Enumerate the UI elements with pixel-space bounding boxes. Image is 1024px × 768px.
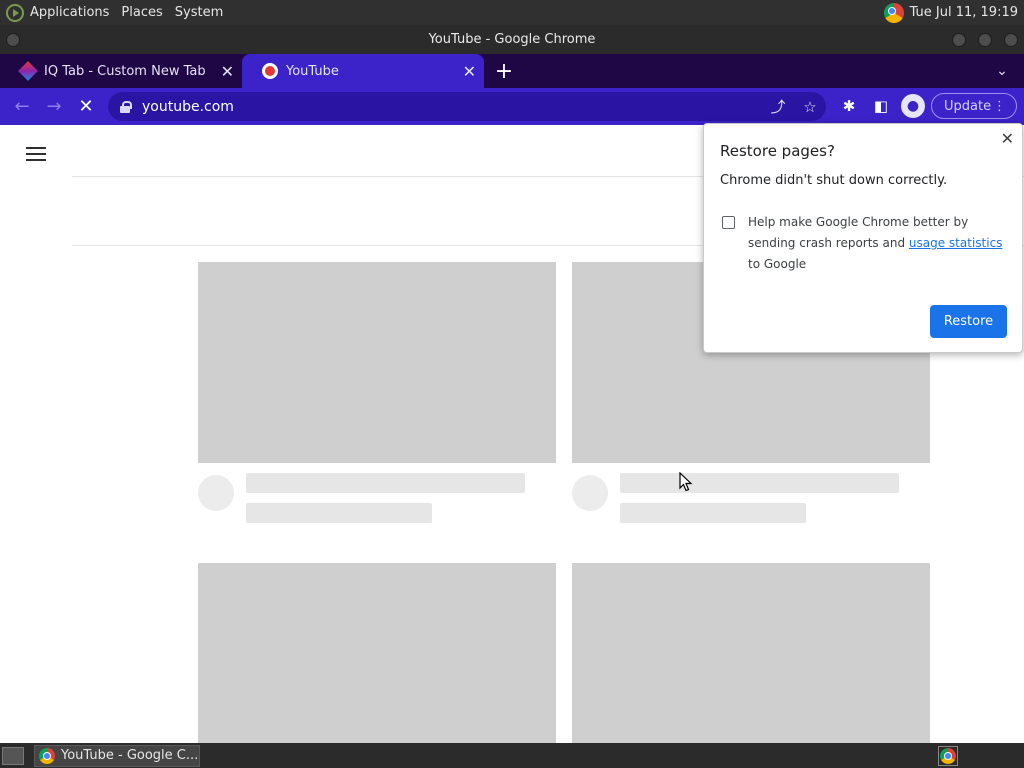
tab-close-icon[interactable]: ✕: [221, 62, 234, 81]
meta-placeholder: [246, 503, 432, 523]
omnibox-actions: ⤴ ☆: [762, 96, 826, 117]
taskbar-window-item[interactable]: YouTube - Google C...: [34, 744, 200, 767]
bookmark-star-icon[interactable]: ☆: [794, 98, 826, 116]
crash-reports-checkbox[interactable]: [722, 216, 735, 229]
profile-avatar-icon[interactable]: ●: [901, 94, 925, 118]
dialog-message: Chrome didn't shut down correctly.: [720, 173, 948, 188]
hamburger-menu-icon[interactable]: [26, 147, 46, 161]
usage-statistics-link[interactable]: usage statistics: [909, 236, 1003, 250]
close-icon[interactable]: ✕: [1001, 129, 1014, 148]
tab-close-icon[interactable]: ✕: [463, 62, 476, 81]
maximize-icon[interactable]: [978, 33, 992, 47]
back-arrow-icon[interactable]: ←: [6, 91, 38, 123]
chrome-icon: [940, 747, 956, 764]
menu-applications[interactable]: Applications: [24, 5, 115, 20]
menu-places[interactable]: Places: [115, 5, 168, 20]
window-titlebar[interactable]: YouTube - Google Chrome: [0, 25, 1024, 54]
distro-logo-icon[interactable]: [6, 3, 24, 22]
side-panel-icon[interactable]: ◧: [869, 94, 893, 118]
channel-avatar-placeholder: [198, 475, 234, 511]
workspace-switcher[interactable]: [938, 745, 958, 766]
dialog-title: Restore pages?: [720, 142, 835, 160]
iq-tab-icon: [20, 63, 36, 79]
tab-strip: IQ Tab - Custom New Tab ✕ YouTube ✕ + ⌄: [0, 54, 1024, 88]
panel-menu: Applications Places System: [24, 0, 229, 25]
panel-clock[interactable]: Tue Jul 11, 19:19: [904, 5, 1018, 20]
minimize-icon[interactable]: [952, 33, 966, 47]
video-thumbnail-placeholder: [198, 262, 556, 463]
checkbox-text-after: to Google: [748, 257, 807, 271]
browser-toolbar: ← → ✕ youtube.com ⤴ ☆ ✱ ◧ ● Update ⋮: [0, 88, 1024, 125]
extensions-icon[interactable]: ✱: [837, 94, 861, 118]
channel-avatar-placeholder: [572, 475, 608, 511]
show-desktop-icon[interactable]: [2, 746, 24, 765]
forward-arrow-icon[interactable]: →: [38, 91, 70, 123]
window-menu-icon[interactable]: [6, 33, 20, 47]
more-menu-icon[interactable]: ⋮: [993, 99, 1006, 114]
restore-button[interactable]: Restore: [930, 305, 1007, 338]
tab-iq-tab[interactable]: IQ Tab - Custom New Tab ✕: [0, 54, 242, 88]
window-title: YouTube - Google Chrome: [428, 32, 596, 47]
video-thumbnail-placeholder: [572, 563, 930, 743]
tab-search-icon[interactable]: ⌄: [980, 54, 1024, 88]
address-bar[interactable]: youtube.com ⤴ ☆: [108, 92, 826, 121]
title-placeholder: [620, 473, 899, 493]
panel-tray: Tue Jul 11, 19:19: [883, 2, 1024, 23]
close-window-icon[interactable]: [1004, 33, 1018, 47]
crash-reports-label: Help make Google Chrome better by sendin…: [748, 212, 1014, 275]
tab-title: IQ Tab - Custom New Tab: [44, 63, 206, 79]
new-tab-button[interactable]: +: [484, 54, 524, 88]
menu-system[interactable]: System: [169, 5, 229, 20]
video-thumbnail-placeholder: [198, 563, 556, 743]
chrome-tray-icon[interactable]: [883, 2, 904, 23]
tab-title: YouTube: [286, 63, 339, 79]
share-icon[interactable]: ⤴: [762, 96, 794, 117]
title-placeholder: [246, 473, 525, 493]
url-text[interactable]: youtube.com: [142, 99, 234, 115]
meta-placeholder: [620, 503, 806, 523]
update-label: Update: [944, 98, 992, 114]
taskbar: YouTube - Google C...: [0, 743, 1024, 768]
youtube-icon: [262, 63, 278, 79]
tab-youtube[interactable]: YouTube ✕: [242, 54, 484, 88]
update-button[interactable]: Update ⋮: [931, 93, 1017, 119]
top-panel: Applications Places System Tue Jul 11, 1…: [0, 0, 1024, 25]
reload-icon[interactable]: ✕: [70, 91, 102, 123]
chrome-icon: [39, 747, 55, 764]
restore-pages-dialog: Restore pages? ✕ Chrome didn't shut down…: [703, 123, 1023, 353]
taskbar-window-label: YouTube - Google C...: [61, 748, 199, 763]
lock-icon[interactable]: [120, 100, 132, 113]
